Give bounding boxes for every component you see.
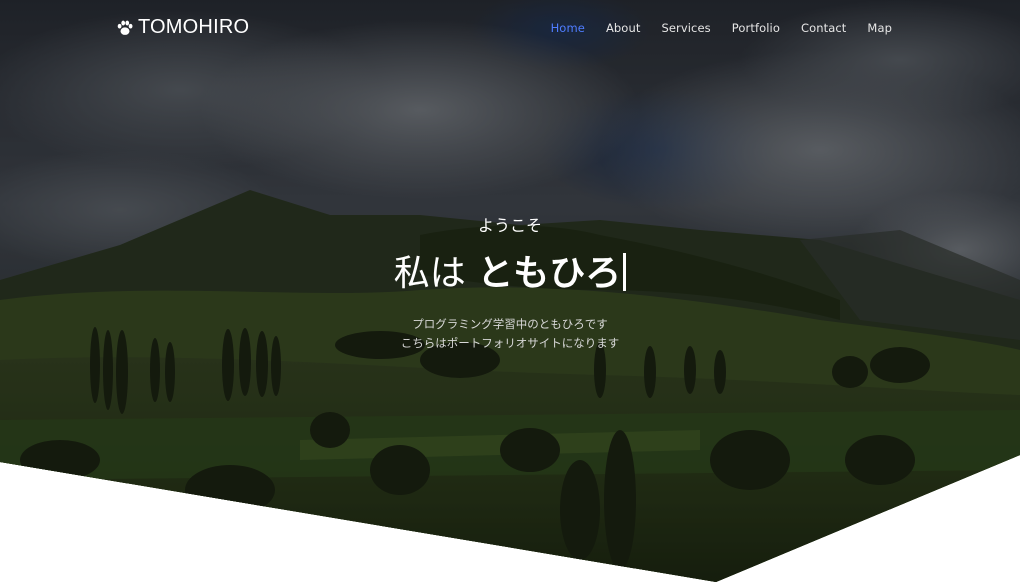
nav-item-home[interactable]: Home bbox=[551, 21, 585, 35]
nav-item-about[interactable]: About bbox=[606, 21, 641, 35]
nav-item-portfolio[interactable]: Portfolio bbox=[732, 21, 780, 35]
nav-item-map[interactable]: Map bbox=[867, 21, 892, 35]
typing-cursor bbox=[623, 253, 627, 291]
hero-headline: 私は ともひろ bbox=[0, 250, 1020, 298]
paw-icon bbox=[117, 20, 133, 35]
hero-greeting: ようこそ bbox=[477, 216, 542, 235]
navbar: TOMOHIRO Home About Services Portfolio C… bbox=[0, 0, 1020, 58]
headline-prefix: 私は bbox=[393, 253, 466, 294]
hero-description: プログラミング学習中のともひろです こちらはポートフォリオサイトになります bbox=[0, 315, 1020, 353]
nav-item-contact[interactable]: Contact bbox=[801, 21, 846, 35]
brand-logo[interactable]: TOMOHIRO bbox=[116, 16, 249, 39]
nav-menu: Home About Services Portfolio Contact Ma… bbox=[551, 21, 892, 35]
page: TOMOHIRO Home About Services Portfolio C… bbox=[0, 0, 1020, 582]
hero-description-line-1: プログラミング学習中のともひろです bbox=[412, 317, 608, 331]
headline-name: ともひろ bbox=[477, 253, 622, 294]
hero-description-line-2: こちらはポートフォリオサイトになります bbox=[400, 336, 620, 350]
nav-item-services[interactable]: Services bbox=[661, 21, 710, 35]
brand-name: TOMOHIRO bbox=[138, 16, 250, 38]
